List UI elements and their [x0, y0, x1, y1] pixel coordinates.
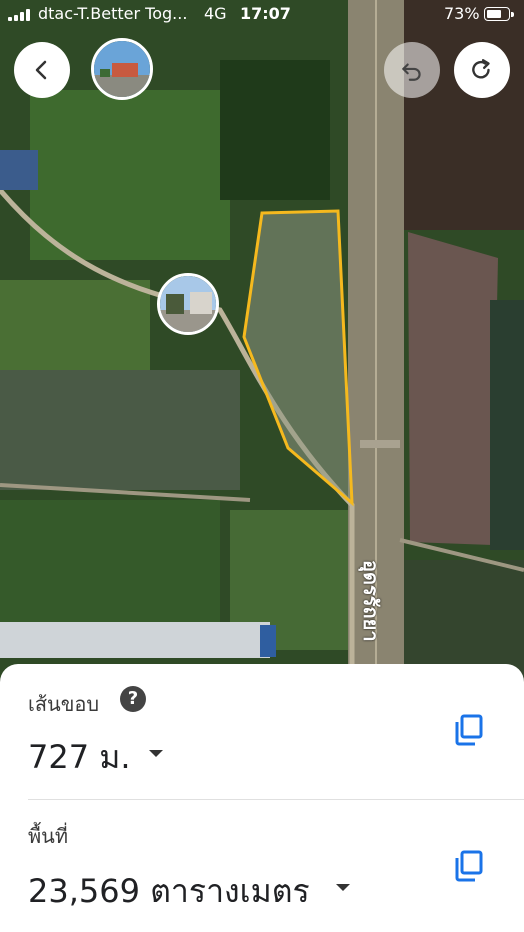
- copy-perimeter-icon[interactable]: [454, 714, 484, 746]
- area-unit-dropdown[interactable]: [336, 884, 350, 891]
- chevron-left-icon: [35, 60, 47, 80]
- village-area: [0, 370, 240, 490]
- farm-field-plowed: [408, 232, 498, 545]
- copy-area-icon[interactable]: [454, 850, 484, 882]
- orchard: [220, 60, 330, 200]
- village-area: [400, 560, 524, 680]
- perimeter-label: เส้นขอบ: [28, 692, 100, 716]
- farm-field: [400, 0, 524, 230]
- signal-strength-icon: [8, 9, 32, 21]
- warehouse-building: [0, 622, 270, 658]
- undo-icon: [402, 63, 421, 81]
- measurement-sheet: เส้นขอบ ? 727 ม. พื้นที่ 23,569 ตารางเมต…: [0, 664, 524, 932]
- back-button[interactable]: [14, 42, 70, 98]
- status-bar: dtac-T.Better Tog... 4G 17:07 73%: [0, 0, 524, 30]
- perimeter-unit-dropdown[interactable]: [149, 750, 163, 757]
- battery-icon: [484, 7, 510, 21]
- battery-tip: [511, 12, 514, 17]
- street-view-photo: [160, 276, 216, 332]
- divider: [28, 799, 524, 800]
- farm-field: [0, 500, 220, 630]
- satellite-map[interactable]: [0, 0, 524, 680]
- building: [0, 150, 38, 190]
- clock: 17:07: [240, 4, 291, 23]
- street-view-photo: [94, 41, 150, 97]
- street-view-thumbnail[interactable]: [91, 38, 153, 100]
- farm-field: [30, 90, 230, 260]
- street-view-thumbnail[interactable]: [157, 273, 219, 335]
- area-label: พื้นที่: [28, 824, 69, 848]
- farm-field: [490, 300, 524, 550]
- redo-button[interactable]: [454, 42, 510, 98]
- perimeter-value: 727 ม.: [28, 738, 131, 776]
- farm-field: [0, 280, 150, 370]
- building: [260, 625, 276, 657]
- bridge: [360, 440, 400, 448]
- network-type: 4G: [204, 4, 227, 23]
- help-icon[interactable]: ?: [120, 686, 146, 712]
- battery-percent: 73%: [444, 4, 480, 23]
- road-name-label: อุดรรัถยา: [359, 560, 383, 642]
- carrier-name: dtac-T.Better Tog...: [38, 4, 188, 23]
- redo-icon: [472, 59, 490, 79]
- area-value: 23,569 ตารางเมตร: [28, 872, 310, 910]
- undo-button[interactable]: [384, 42, 440, 98]
